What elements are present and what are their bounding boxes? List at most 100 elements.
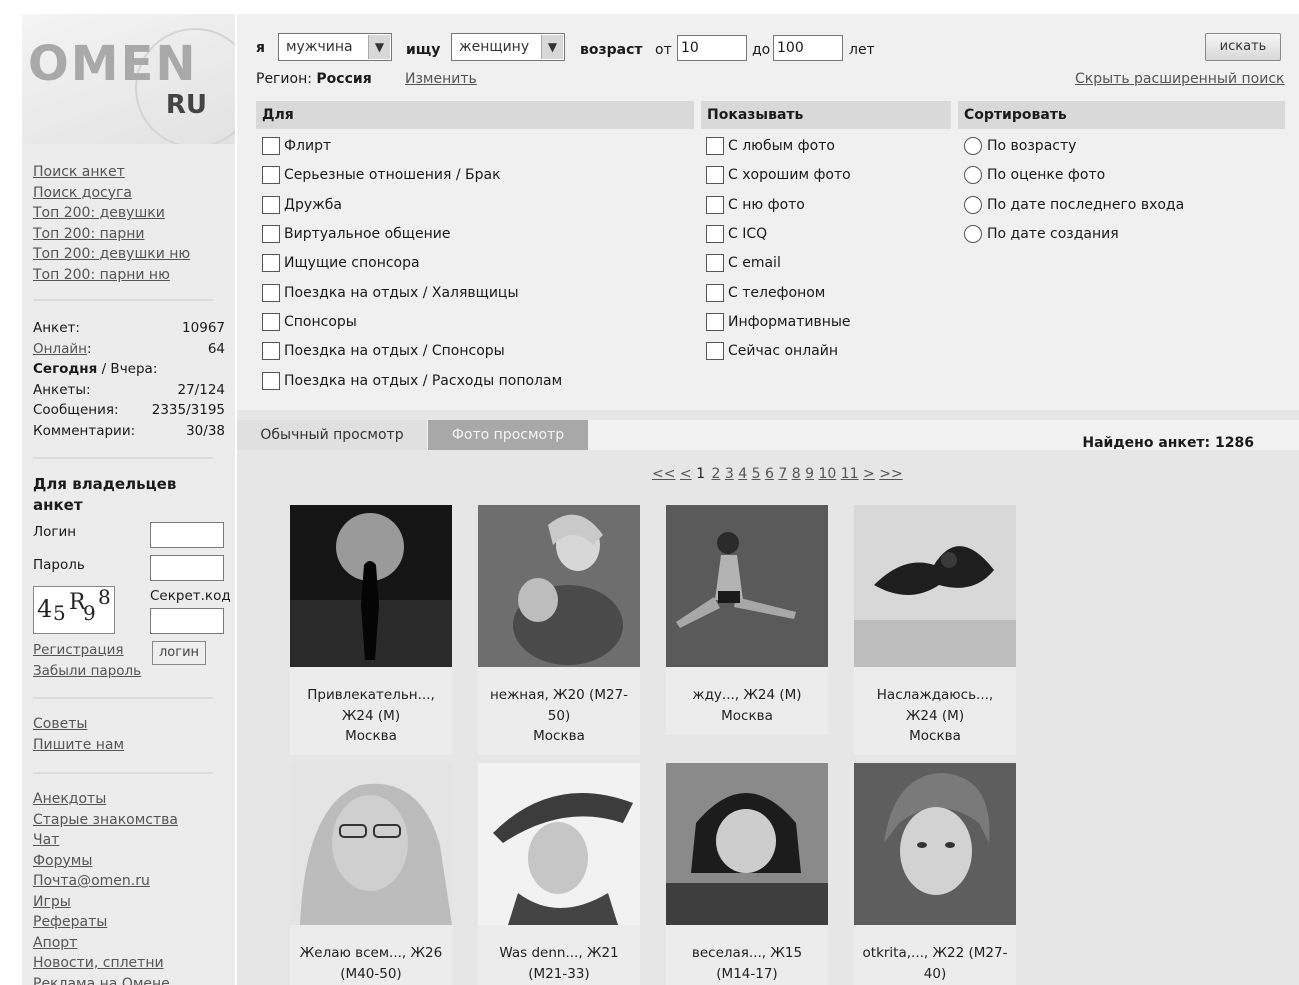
profile-photo[interactable] — [478, 763, 640, 925]
pager-page[interactable]: 9 — [805, 466, 814, 482]
forgot-password-link[interactable]: Забыли пароль — [33, 663, 141, 679]
pager-first[interactable]: << — [652, 466, 675, 482]
login-input[interactable] — [150, 522, 224, 548]
show-icq[interactable]: С ICQ — [706, 223, 767, 245]
checkbox[interactable] — [706, 137, 724, 155]
profile-photo[interactable] — [666, 505, 828, 667]
pager-page[interactable]: 5 — [752, 466, 761, 482]
sort-by-last-login[interactable]: По дате последнего входа — [964, 194, 1184, 216]
checkbox[interactable] — [262, 225, 280, 243]
option-flirt[interactable]: Флирт — [262, 135, 331, 157]
profile-card[interactable]: нежная, Ж20 (М27- 50) Москва — [478, 505, 640, 755]
profile-card[interactable]: Желаю всем..., Ж26 (М40-50) — [290, 763, 452, 985]
pager-page[interactable]: 2 — [711, 466, 720, 482]
forums-link[interactable]: Форумы — [33, 853, 92, 869]
checkbox[interactable] — [262, 342, 280, 360]
checkbox[interactable] — [706, 313, 724, 331]
option-serious[interactable]: Серьезные отношения / Брак — [262, 164, 501, 186]
checkbox[interactable] — [262, 372, 280, 390]
online-link[interactable]: Онлайн — [33, 341, 87, 357]
secret-code-input[interactable] — [150, 608, 224, 634]
checkbox[interactable] — [262, 313, 280, 331]
pager-next[interactable]: > — [863, 466, 875, 482]
show-good-photo[interactable]: С хорошим фото — [706, 164, 851, 186]
mail-link[interactable]: Почта@omen.ru — [33, 873, 150, 889]
password-input[interactable] — [150, 555, 224, 581]
pager-page[interactable]: 3 — [725, 466, 734, 482]
profile-card[interactable]: Was denn..., Ж21 (М21-33) — [478, 763, 640, 985]
profile-card[interactable]: жду..., Ж24 (М) Москва — [666, 505, 828, 735]
chat-link[interactable]: Чат — [33, 832, 59, 848]
pager-page[interactable]: 11 — [841, 466, 859, 482]
pager-prev[interactable]: < — [680, 466, 692, 482]
checkbox[interactable] — [262, 137, 280, 155]
show-informative[interactable]: Информативные — [706, 311, 851, 333]
tab-normal-view[interactable]: Обычный просмотр — [237, 420, 427, 450]
checkbox[interactable] — [262, 166, 280, 184]
profile-card[interactable]: Наслаждаюсь..., Ж24 (М) Москва — [854, 505, 1016, 755]
radio[interactable] — [964, 196, 982, 214]
radio[interactable] — [964, 225, 982, 243]
show-phone[interactable]: С телефоном — [706, 282, 825, 304]
nav-link-top-guys-nude[interactable]: Топ 200: парни ню — [33, 267, 170, 283]
essays-link[interactable]: Рефераты — [33, 914, 107, 930]
profile-photo[interactable] — [290, 763, 452, 925]
news-link[interactable]: Новости, сплетни — [33, 955, 164, 971]
pager-page[interactable]: 7 — [778, 466, 787, 482]
checkbox[interactable] — [706, 342, 724, 360]
old-dating-link[interactable]: Старые знакомства — [33, 812, 178, 828]
hide-extended-search-link[interactable]: Скрыть расширенный поиск — [1075, 71, 1284, 87]
checkbox[interactable] — [706, 284, 724, 302]
sort-by-created[interactable]: По дате создания — [964, 223, 1119, 245]
nav-link-search-profiles[interactable]: Поиск анкет — [33, 164, 125, 180]
option-trip-split[interactable]: Поездка на отдых / Расходы пополам — [262, 370, 562, 392]
show-email[interactable]: С email — [706, 252, 781, 274]
aport-link[interactable]: Апорт — [33, 935, 77, 951]
checkbox[interactable] — [262, 284, 280, 302]
change-region-link[interactable]: Изменить — [405, 71, 477, 87]
show-any-photo[interactable]: С любым фото — [706, 135, 835, 157]
profile-photo[interactable] — [854, 763, 1016, 925]
nav-link-top-girls[interactable]: Топ 200: девушки — [33, 205, 165, 221]
site-logo[interactable]: OMEN RU — [22, 14, 235, 144]
option-sponsors[interactable]: Спонсоры — [262, 311, 357, 333]
option-friendship[interactable]: Дружба — [262, 194, 342, 216]
sort-by-photo-rating[interactable]: По оценке фото — [964, 164, 1105, 186]
checkbox[interactable] — [706, 166, 724, 184]
radio[interactable] — [964, 166, 982, 184]
profile-photo[interactable] — [290, 505, 452, 667]
radio[interactable] — [964, 137, 982, 155]
nav-link-search-leisure[interactable]: Поиск досуга — [33, 185, 132, 201]
jokes-link[interactable]: Анекдоты — [33, 791, 106, 807]
option-trip-sponsors[interactable]: Поездка на отдых / Спонсоры — [262, 340, 505, 362]
search-button[interactable]: искать — [1205, 33, 1281, 61]
gender-select[interactable]: мужчина ▼ — [278, 33, 392, 61]
seek-gender-select[interactable]: женщину ▼ — [451, 33, 565, 61]
profile-card[interactable]: Привлекательн..., Ж24 (М) Москва — [290, 505, 452, 755]
option-seeking-sponsor[interactable]: Ищущие спонсора — [262, 252, 420, 274]
option-virtual[interactable]: Виртуальное общение — [262, 223, 450, 245]
age-to-input[interactable]: 100 — [773, 35, 843, 61]
profile-photo[interactable] — [666, 763, 828, 925]
profile-photo[interactable] — [478, 505, 640, 667]
tips-link[interactable]: Советы — [33, 716, 87, 732]
contact-link[interactable]: Пишите нам — [33, 737, 124, 753]
pager-page[interactable]: 4 — [738, 466, 747, 482]
option-trip-freeloaders[interactable]: Поездка на отдых / Халявщицы — [262, 282, 519, 304]
show-online-now[interactable]: Сейчас онлайн — [706, 340, 838, 362]
show-nude-photo[interactable]: С ню фото — [706, 194, 805, 216]
pager-page[interactable]: 8 — [792, 466, 801, 482]
checkbox[interactable] — [262, 196, 280, 214]
pager-page[interactable]: 10 — [818, 466, 836, 482]
nav-link-top-guys[interactable]: Топ 200: парни — [33, 226, 144, 242]
register-link[interactable]: Регистрация — [33, 642, 124, 658]
profile-photo[interactable] — [854, 505, 1016, 667]
pager-last[interactable]: >> — [879, 466, 902, 482]
games-link[interactable]: Игры — [33, 894, 71, 910]
checkbox[interactable] — [262, 254, 280, 272]
checkbox[interactable] — [706, 196, 724, 214]
nav-link-top-girls-nude[interactable]: Топ 200: девушки ню — [33, 246, 190, 262]
pager-page[interactable]: 6 — [765, 466, 774, 482]
checkbox[interactable] — [706, 225, 724, 243]
login-button[interactable]: логин — [152, 641, 207, 665]
